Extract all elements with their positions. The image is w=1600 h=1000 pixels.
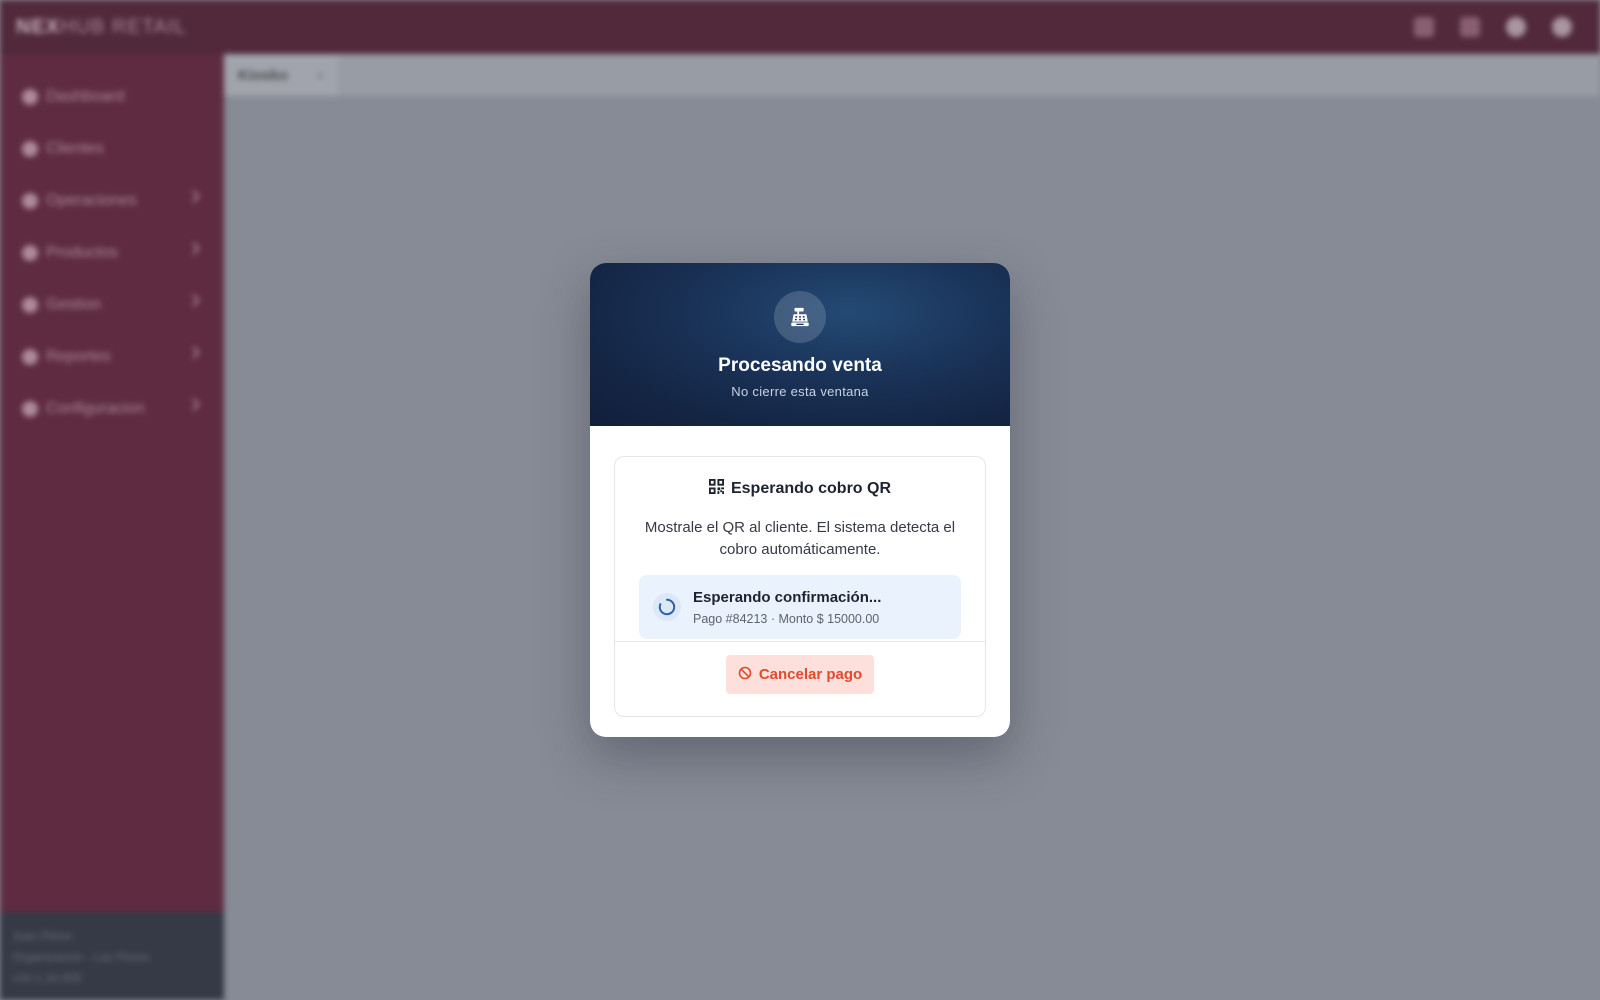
cancel-payment-button[interactable]: Cancelar pago xyxy=(726,655,874,694)
processing-sale-modal: Procesando venta No cierre esta ventana … xyxy=(590,263,1010,737)
status-title: Esperando confirmación... xyxy=(693,588,882,606)
modal-header: Procesando venta No cierre esta ventana xyxy=(590,263,1010,426)
cancel-payment-label: Cancelar pago xyxy=(758,666,863,683)
status-detail: Pago #84213 · Monto $ 15000.00 xyxy=(693,611,880,626)
cash-register-icon xyxy=(774,291,826,343)
card-title-text: Esperando cobro QR xyxy=(730,480,892,497)
qr-code-icon xyxy=(708,479,724,499)
payment-status-text: Esperando confirmación... Pago #84213 · … xyxy=(693,589,881,626)
card-title: Esperando cobro QR xyxy=(615,479,985,499)
ban-icon xyxy=(738,666,752,684)
qr-payment-card: Esperando cobro QR Mostrale el QR al cli… xyxy=(614,456,986,717)
card-description: Mostrale el QR al cliente. El sistema de… xyxy=(644,519,956,558)
modal-title: Procesando venta xyxy=(718,355,882,376)
modal-subtitle: No cierre esta ventana xyxy=(731,384,869,399)
payment-status: Esperando confirmación... Pago #84213 · … xyxy=(639,575,961,639)
card-divider xyxy=(615,641,985,642)
spinner-icon xyxy=(653,593,681,621)
